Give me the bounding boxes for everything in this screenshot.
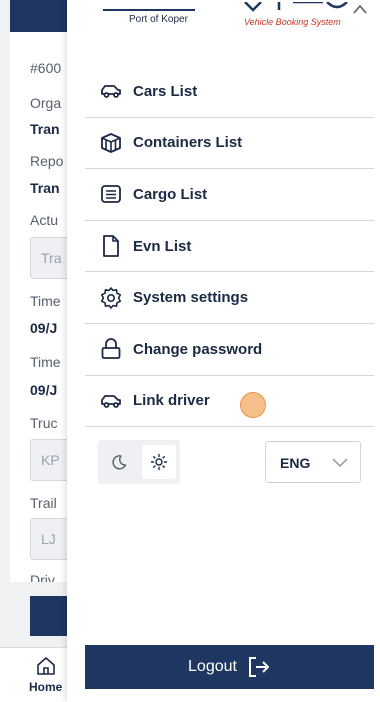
- menu-item-change-password[interactable]: Change password: [85, 324, 374, 376]
- light-theme-button[interactable]: [142, 445, 176, 479]
- lock-icon: [101, 338, 121, 360]
- menu-item-cars-list[interactable]: Cars List: [85, 66, 374, 118]
- menu-item-label: System settings: [133, 289, 249, 307]
- port-logo-mark: [103, 9, 195, 11]
- background-field-label: Time: [30, 293, 61, 309]
- dark-theme-button[interactable]: [102, 445, 136, 479]
- background-field-label: Repo: [30, 153, 64, 169]
- menu-item-evn-list[interactable]: Evn List: [85, 221, 374, 273]
- theme-toggle: [98, 440, 180, 484]
- background-field-label: Trail: [30, 495, 57, 511]
- sun-icon: [150, 453, 168, 471]
- close-icon[interactable]: [353, 4, 367, 14]
- logout-label: Logout: [188, 658, 237, 675]
- background-field-value: Tran: [30, 121, 60, 137]
- gear-icon: [100, 286, 122, 309]
- home-label[interactable]: Home: [29, 680, 62, 694]
- menu-item-label: Change password: [133, 340, 263, 358]
- language-select[interactable]: ENG: [265, 441, 361, 483]
- background-field-label: Driv: [30, 572, 55, 582]
- menu-item-label: Containers List: [133, 134, 243, 152]
- menu-item-system-settings[interactable]: System settings: [85, 272, 374, 324]
- car-icon: [101, 85, 121, 99]
- tap-indicator: [240, 392, 266, 418]
- logout-button[interactable]: Logout: [85, 645, 374, 689]
- background-field-label: Orga: [30, 95, 62, 111]
- menu-item-label: Cargo List: [133, 185, 208, 203]
- menu-item-label: Link driver: [133, 392, 210, 410]
- drawer-menu: Cars List Containers List Cargo List Evn…: [85, 66, 374, 428]
- container-icon: [101, 132, 121, 153]
- menu-item-cargo-list[interactable]: Cargo List: [85, 169, 374, 221]
- background-field-value: 09/J: [30, 382, 58, 398]
- background-field-label: Time: [30, 354, 61, 370]
- menu-item-label: Evn List: [133, 237, 192, 255]
- chevron-down-icon: [332, 458, 348, 468]
- document-icon: [103, 235, 119, 257]
- background-field-label: Actu: [30, 212, 59, 228]
- vbs-logo: Vehicle Booking System: [244, 17, 341, 27]
- vbs-logo-mark: [244, 2, 348, 12]
- port-logo: Port of Koper: [129, 14, 188, 25]
- language-value: ENG: [280, 455, 311, 471]
- background-field-value: 09/J: [30, 320, 58, 336]
- logout-icon: [248, 657, 269, 677]
- menu-item-label: Cars List: [133, 82, 198, 100]
- car-icon: [101, 394, 121, 408]
- background-field-label: Truc: [30, 415, 58, 431]
- background-field-value: Tran: [30, 180, 60, 196]
- menu-item-link-driver[interactable]: Link driver: [85, 376, 374, 428]
- menu-item-containers-list[interactable]: Containers List: [85, 118, 374, 170]
- navigation-drawer: Port of Koper Vehicle Booking System Car…: [67, 0, 380, 702]
- home-icon[interactable]: [36, 656, 56, 676]
- cargo-icon: [101, 185, 121, 204]
- moon-icon: [112, 455, 127, 470]
- background-id: #600: [30, 60, 62, 76]
